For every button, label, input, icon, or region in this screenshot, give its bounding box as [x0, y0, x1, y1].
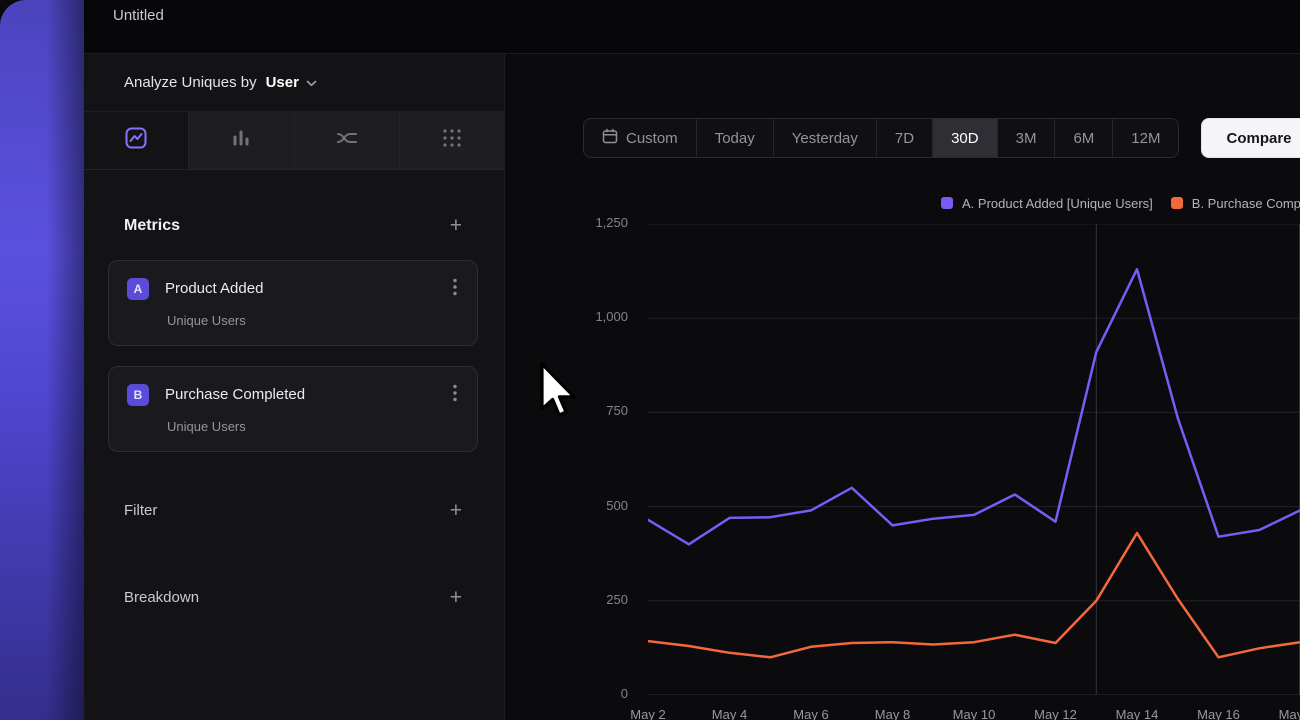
line-chart-icon [124, 126, 148, 155]
tab-bar-chart[interactable] [188, 112, 293, 169]
metrics-title: Metrics [124, 217, 180, 235]
compare-button[interactable]: Compare [1201, 118, 1300, 158]
calendar-icon [602, 128, 618, 148]
legend-swatch-a [941, 197, 953, 209]
range-button-12m[interactable]: 12M [1112, 119, 1178, 157]
x-tick: May 16 [1197, 707, 1240, 720]
query-sidebar: Analyze Uniques by User [84, 54, 505, 720]
add-breakdown-button[interactable]: + [450, 587, 462, 608]
date-range-selector: Custom Today Yesterday 7D 30D 3M 6M 12M [583, 118, 1179, 158]
tab-line-chart[interactable] [84, 112, 188, 169]
analyze-by-dropdown[interactable]: User [266, 74, 317, 91]
y-axis-labels: 1,250 1,000 750 500 250 0 [505, 215, 628, 705]
range-button-7d[interactable]: 7D [876, 119, 932, 157]
x-tick: May 2 [630, 707, 665, 720]
x-tick: May 12 [1034, 707, 1077, 720]
x-tick: May 18 [1279, 707, 1300, 720]
legend-item-b[interactable]: B. Purchase Completed [Unique Users] [1171, 196, 1300, 211]
range-button-3m[interactable]: 3M [997, 119, 1055, 157]
filter-title: Filter [124, 502, 157, 519]
add-filter-button[interactable]: + [450, 500, 462, 521]
legend-item-a[interactable]: A. Product Added [Unique Users] [941, 196, 1153, 211]
kebab-menu-icon[interactable] [449, 382, 461, 407]
x-tick: May 6 [793, 707, 828, 720]
metric-badge-a: A [127, 278, 149, 300]
breakdown-section-header: Breakdown + [84, 587, 504, 608]
chart-panel: Custom Today Yesterday 7D 30D 3M 6M 12M … [505, 54, 1300, 720]
tab-flow[interactable] [294, 112, 399, 169]
y-tick: 250 [606, 592, 628, 607]
range-button-today[interactable]: Today [696, 119, 773, 157]
metric-card-a[interactable]: A Product Added Unique Users [108, 260, 478, 346]
line-chart[interactable] [648, 224, 1300, 695]
y-tick: 1,000 [595, 309, 628, 324]
analyze-by-label: Analyze Uniques by [124, 74, 257, 91]
range-button-yesterday[interactable]: Yesterday [773, 119, 876, 157]
dot-grid-icon [440, 126, 464, 155]
metric-measurement[interactable]: Unique Users [167, 419, 461, 434]
flow-icon [335, 126, 359, 155]
app-window: Untitled Analyze Uniques by User [0, 0, 1300, 720]
chart-legend: A. Product Added [Unique Users] B. Purch… [941, 190, 1300, 216]
x-tick: May 14 [1116, 707, 1159, 720]
left-decoration-strip [0, 0, 84, 720]
metric-card-b[interactable]: B Purchase Completed Unique Users [108, 366, 478, 452]
visualization-tab-strip [84, 112, 504, 170]
bar-chart-icon [229, 126, 253, 155]
x-tick: May 8 [875, 707, 910, 720]
x-tick: May 10 [953, 707, 996, 720]
y-tick: 1,250 [595, 215, 628, 230]
metric-measurement[interactable]: Unique Users [167, 313, 461, 328]
metric-badge-b: B [127, 384, 149, 406]
metric-name: Purchase Completed [165, 386, 305, 403]
y-tick: 500 [606, 498, 628, 513]
legend-swatch-b [1171, 197, 1183, 209]
kebab-menu-icon[interactable] [449, 276, 461, 301]
x-axis-labels: May 2 May 4 May 6 May 8 May 10 May 12 Ma… [648, 707, 1300, 720]
tab-dot-grid[interactable] [399, 112, 504, 169]
add-metric-button[interactable]: + [450, 215, 462, 236]
metrics-section-header: Metrics + [84, 215, 504, 236]
chevron-down-icon [306, 75, 317, 90]
range-button-6m[interactable]: 6M [1054, 119, 1112, 157]
analyze-by-value: User [266, 74, 299, 91]
top-bar: Untitled [84, 0, 1300, 54]
chart-canvas[interactable] [648, 224, 1300, 695]
breakdown-title: Breakdown [124, 589, 199, 606]
y-tick: 750 [606, 403, 628, 418]
range-button-30d[interactable]: 30D [932, 119, 997, 157]
x-tick: May 4 [712, 707, 747, 720]
report-title[interactable]: Untitled [113, 7, 164, 24]
range-button-custom[interactable]: Custom [584, 119, 696, 157]
analyze-by-row: Analyze Uniques by User [84, 54, 504, 112]
y-tick: 0 [621, 686, 628, 701]
filter-section-header: Filter + [84, 500, 504, 521]
metric-name: Product Added [165, 280, 263, 297]
